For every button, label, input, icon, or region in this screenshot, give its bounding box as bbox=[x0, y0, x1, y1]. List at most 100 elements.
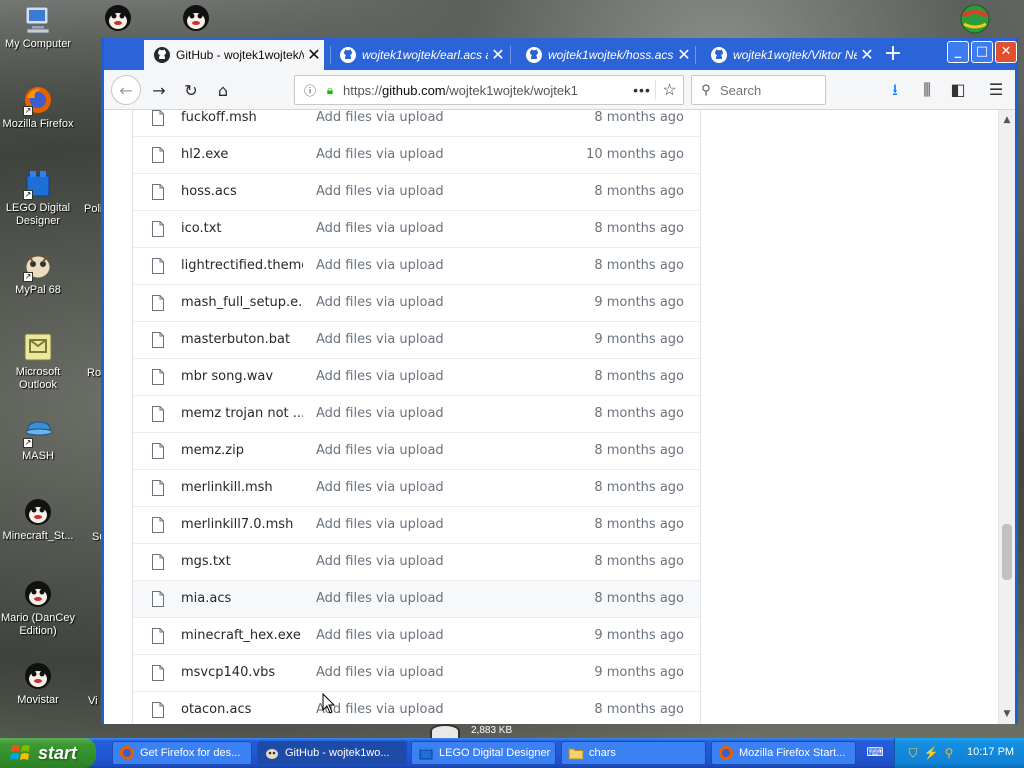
back-button[interactable]: ← bbox=[111, 75, 141, 105]
file-name-link[interactable]: mbr song.wav bbox=[181, 369, 303, 384]
commit-message-link[interactable]: Add files via upload bbox=[316, 406, 444, 421]
table-row[interactable]: merlinkill.msh Add files via upload 8 mont… bbox=[133, 469, 700, 506]
keyboard-icon[interactable]: ⌨ bbox=[866, 745, 884, 761]
commit-message-link[interactable]: Add files via upload bbox=[316, 147, 444, 162]
commit-message-link[interactable]: Add files via upload bbox=[316, 369, 444, 384]
search-input[interactable]: ⚲ Search bbox=[691, 75, 826, 105]
shield-icon[interactable]: ⛉ bbox=[905, 745, 921, 761]
lock-icon[interactable]: 🔒︎ bbox=[321, 83, 339, 98]
sidebar-icon[interactable]: ◧ bbox=[946, 78, 970, 102]
taskbar-item-firefox-start[interactable]: Mozilla Firefox Start... bbox=[711, 741, 856, 765]
file-name-link[interactable]: hl2.exe bbox=[181, 147, 303, 162]
cartoon-face-icon[interactable] bbox=[179, 2, 213, 34]
commit-message-link[interactable]: Add files via upload bbox=[316, 480, 444, 495]
maximize-button[interactable]: □ bbox=[971, 41, 993, 63]
file-name-link[interactable]: fuckoff.msh bbox=[181, 110, 303, 125]
scroll-up-arrow-icon[interactable]: ▲ bbox=[999, 112, 1015, 128]
file-name-link[interactable]: memz trojan not ... bbox=[181, 406, 303, 421]
desktop-icon-mario[interactable]: Mario (DanCey Edition) bbox=[0, 578, 76, 638]
commit-message-link[interactable]: Add files via upload bbox=[316, 665, 444, 680]
commit-message-link[interactable]: Add files via upload bbox=[316, 295, 444, 310]
scroll-down-arrow-icon[interactable]: ▼ bbox=[999, 706, 1015, 722]
table-row[interactable]: memz trojan not ... Add files via upload 8… bbox=[133, 395, 700, 432]
start-button[interactable]: start bbox=[0, 738, 96, 768]
clock[interactable]: 10:17 PM bbox=[967, 746, 1014, 758]
forward-button[interactable]: → bbox=[146, 77, 172, 103]
close-tab-icon[interactable]: ✕ bbox=[857, 45, 877, 65]
table-row[interactable]: lightrectified.theme Add files via upload… bbox=[133, 247, 700, 284]
table-row[interactable]: mbr song.wav Add files via upload 8 months… bbox=[133, 358, 700, 395]
file-name-link[interactable]: ico.txt bbox=[181, 221, 303, 236]
tab-earl-acs[interactable]: wojtek1wojtek/earl.acs a ✕ bbox=[330, 40, 508, 70]
commit-message-link[interactable]: Add files via upload bbox=[316, 591, 444, 606]
desktop-icon-lego[interactable]: ↗ LEGO Digital Designer bbox=[0, 168, 76, 228]
desktop-icon-outlook[interactable]: Microsoft Outlook bbox=[0, 332, 76, 392]
menu-icon[interactable]: ☰ bbox=[984, 78, 1008, 102]
vertical-scrollbar[interactable]: ▲ ▼ bbox=[998, 110, 1015, 724]
taskbar-item-github[interactable]: GitHub - wojtek1wo... bbox=[257, 741, 407, 765]
commit-message-link[interactable]: Add files via upload bbox=[316, 332, 444, 347]
library-icon[interactable]: ⫼ bbox=[915, 78, 939, 102]
table-row[interactable]: ico.txt Add files via upload 8 months ago bbox=[133, 210, 700, 247]
address-bar[interactable]: ⓘ 🔒︎ https://github.com/wojtek1wojtek/wo… bbox=[294, 75, 684, 105]
url-text[interactable]: https://github.com/wojtek1wojtek/wojtek1 bbox=[343, 83, 629, 98]
table-row[interactable]: fuckoff.msh Add files via upload 8 months … bbox=[133, 110, 700, 136]
commit-message-link[interactable]: Add files via upload bbox=[316, 221, 444, 236]
file-name-link[interactable]: memz.zip bbox=[181, 443, 303, 458]
bookmark-star-icon[interactable]: ☆ bbox=[655, 80, 683, 100]
desktop-icon-movistar[interactable]: Movistar bbox=[0, 660, 76, 707]
table-row[interactable]: masterbuton.bat Add files via upload 9 mon… bbox=[133, 321, 700, 358]
close-window-button[interactable]: ✕ bbox=[995, 41, 1017, 63]
taskbar-item-get-firefox[interactable]: Get Firefox for des... bbox=[112, 741, 252, 765]
cartoon-face-icon[interactable] bbox=[101, 2, 135, 34]
tab-hoss-acs[interactable]: wojtek1wojtek/hoss.acs a ✕ bbox=[516, 40, 694, 70]
close-tab-icon[interactable]: ✕ bbox=[674, 45, 694, 65]
table-row[interactable]: mash_full_setup.e... Add files via upload… bbox=[133, 284, 700, 321]
file-name-link[interactable]: merlinkill7.0.msh bbox=[181, 517, 303, 532]
table-row[interactable]: mgs.txt Add files via upload 8 months ago bbox=[133, 543, 700, 580]
table-row[interactable]: mia.acs Add files via upload 8 months ago bbox=[133, 580, 700, 617]
file-name-link[interactable]: mgs.txt bbox=[181, 554, 303, 569]
file-name-link[interactable]: lightrectified.theme bbox=[181, 258, 303, 273]
file-name-link[interactable]: mia.acs bbox=[181, 591, 303, 606]
file-name-link[interactable]: mash_full_setup.e... bbox=[181, 295, 303, 310]
table-row[interactable]: minecraft_hex.exe Add files via upload 9 m… bbox=[133, 617, 700, 654]
commit-message-link[interactable]: Add files via upload bbox=[316, 517, 444, 532]
table-row[interactable]: msvcp140.vbs Add files via upload 9 months… bbox=[133, 654, 700, 691]
commit-message-link[interactable]: Add files via upload bbox=[316, 184, 444, 199]
file-name-link[interactable]: masterbuton.bat bbox=[181, 332, 303, 347]
desktop-icon-minecraft[interactable]: Minecraft_St... bbox=[0, 496, 76, 543]
commit-message-link[interactable]: Add files via upload bbox=[316, 258, 444, 273]
download-icon[interactable]: ⭳ bbox=[883, 78, 907, 102]
table-row[interactable]: hoss.acs Add files via upload 8 months ago bbox=[133, 173, 700, 210]
minimize-button[interactable]: _ bbox=[947, 41, 969, 63]
new-tab-button[interactable]: + bbox=[880, 42, 906, 68]
taskbar-item-lego[interactable]: LEGO Digital Designer bbox=[411, 741, 556, 765]
close-tab-icon[interactable]: ✕ bbox=[488, 45, 508, 65]
file-name-link[interactable]: msvcp140.vbs bbox=[181, 665, 303, 680]
close-tab-icon[interactable]: ✕ bbox=[304, 45, 324, 65]
table-row[interactable]: merlinkill7.0.msh Add files via upload 8 m… bbox=[133, 506, 700, 543]
commit-message-link[interactable]: Add files via upload bbox=[316, 628, 444, 643]
commit-message-link[interactable]: Add files via upload bbox=[316, 110, 444, 125]
file-name-link[interactable]: otacon.acs bbox=[181, 702, 303, 717]
globe-icon[interactable] bbox=[958, 2, 992, 36]
page-actions-icon[interactable]: ••• bbox=[629, 82, 655, 98]
table-row[interactable]: memz.zip Add files via upload 8 months ago bbox=[133, 432, 700, 469]
desktop-icon-mash[interactable]: ↗ MASH bbox=[0, 416, 76, 463]
scroll-thumb[interactable] bbox=[1002, 524, 1012, 580]
network-icon[interactable]: ⚡ bbox=[923, 745, 939, 761]
tab-viktor[interactable]: wojtek1wojtek/Viktor Nec ✕ bbox=[701, 40, 877, 70]
file-name-link[interactable]: minecraft_hex.exe bbox=[181, 628, 303, 643]
file-name-link[interactable]: hoss.acs bbox=[181, 184, 303, 199]
desktop-icon-my-computer[interactable]: My Computer bbox=[0, 4, 76, 51]
desktop-icon-firefox[interactable]: ↗ Mozilla Firefox bbox=[0, 84, 76, 131]
taskbar-item-chars[interactable]: chars bbox=[561, 741, 706, 765]
table-row[interactable]: otacon.acs Add files via upload 8 months a… bbox=[133, 691, 700, 724]
desktop-icon-mypal[interactable]: ↗ MyPal 68 bbox=[0, 250, 76, 297]
tab-github-repo[interactable]: GitHub - wojtek1wojtek/w ✕ bbox=[144, 40, 324, 70]
table-row[interactable]: hl2.exe Add files via upload 10 months ago bbox=[133, 136, 700, 173]
commit-message-link[interactable]: Add files via upload bbox=[316, 443, 444, 458]
file-name-link[interactable]: merlinkill.msh bbox=[181, 480, 303, 495]
home-button[interactable]: ⌂ bbox=[210, 77, 236, 103]
